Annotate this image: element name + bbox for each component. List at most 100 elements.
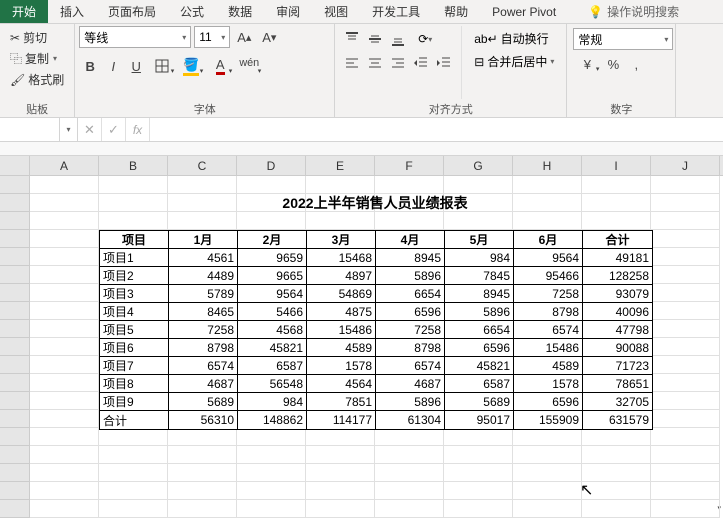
align-right-button[interactable] [387, 52, 409, 74]
cell[interactable] [306, 464, 375, 482]
table-cell[interactable]: 4897 [307, 267, 376, 285]
cell[interactable] [99, 176, 168, 194]
tab-page-layout[interactable]: 页面布局 [96, 0, 168, 23]
table-header-cell[interactable]: 合计 [583, 231, 652, 249]
table-cell[interactable]: 4875 [307, 303, 376, 321]
cell[interactable] [444, 464, 513, 482]
increase-font-button[interactable]: A▴ [233, 26, 255, 48]
table-cell[interactable]: 45821 [238, 339, 307, 357]
cell[interactable] [651, 338, 720, 356]
row-header[interactable] [0, 356, 30, 374]
cell[interactable] [306, 176, 375, 194]
table-cell[interactable]: 4589 [307, 339, 376, 357]
cell[interactable] [513, 428, 582, 446]
table-cell[interactable]: 7845 [445, 267, 514, 285]
table-cell[interactable]: 47798 [583, 321, 652, 339]
table-cell[interactable]: 93079 [583, 285, 652, 303]
row-header[interactable] [0, 338, 30, 356]
table-header-cell[interactable]: 6月 [514, 231, 583, 249]
percent-button[interactable]: % [602, 53, 624, 75]
cell[interactable] [651, 428, 720, 446]
cell[interactable] [168, 464, 237, 482]
select-all-corner[interactable] [0, 156, 30, 175]
row-header[interactable] [0, 482, 30, 500]
table-header-cell[interactable]: 3月 [307, 231, 376, 249]
table-cell[interactable]: 8798 [514, 303, 583, 321]
cell[interactable] [375, 464, 444, 482]
row-header[interactable] [0, 284, 30, 302]
cell[interactable] [30, 338, 99, 356]
cell[interactable] [168, 176, 237, 194]
cell[interactable] [651, 194, 720, 212]
cell[interactable] [651, 392, 720, 410]
cell[interactable] [30, 302, 99, 320]
merge-center-button[interactable]: ⊟ 合并后居中 ▾ [468, 51, 560, 72]
cell[interactable] [513, 212, 582, 230]
table-cell[interactable]: 4489 [169, 267, 238, 285]
tab-help[interactable]: 帮助 [432, 0, 480, 23]
table-cell[interactable]: 6596 [376, 303, 445, 321]
table-cell[interactable]: 7258 [514, 285, 583, 303]
cell[interactable] [651, 212, 720, 230]
table-cell[interactable]: 6596 [445, 339, 514, 357]
table-cell[interactable]: 155909 [514, 411, 583, 429]
table-cell[interactable]: 984 [238, 393, 307, 411]
table-cell[interactable]: 984 [445, 249, 514, 267]
cell[interactable] [306, 446, 375, 464]
table-header-cell[interactable]: 项目 [100, 231, 169, 249]
italic-button[interactable]: I [102, 55, 124, 77]
row-header[interactable] [0, 194, 30, 212]
cell[interactable] [30, 284, 99, 302]
align-top-button[interactable] [341, 28, 363, 50]
table-cell[interactable]: 4568 [238, 321, 307, 339]
table-cell[interactable]: 15468 [307, 249, 376, 267]
col-header[interactable]: E [306, 156, 375, 175]
table-cell[interactable]: 5689 [169, 393, 238, 411]
table-cell[interactable]: 项目7 [100, 357, 169, 375]
table-cell[interactable]: 61304 [376, 411, 445, 429]
increase-indent-button[interactable] [433, 52, 455, 74]
format-painter-button[interactable]: 🖌 格式刷 [6, 70, 68, 89]
orientation-button[interactable]: ⟳▾ [410, 28, 440, 50]
table-cell[interactable]: 8798 [169, 339, 238, 357]
comma-button[interactable]: , [625, 53, 647, 75]
cell[interactable] [237, 212, 306, 230]
cell[interactable] [237, 176, 306, 194]
table-cell[interactable]: 15486 [514, 339, 583, 357]
table-header-cell[interactable]: 2月 [238, 231, 307, 249]
table-cell[interactable]: 项目1 [100, 249, 169, 267]
tab-start[interactable]: 开始 [0, 0, 48, 23]
table-cell[interactable]: 95017 [445, 411, 514, 429]
table-header-cell[interactable]: 4月 [376, 231, 445, 249]
row-header[interactable] [0, 374, 30, 392]
tab-search[interactable]: 💡 操作说明搜索 [576, 0, 691, 23]
cell[interactable] [30, 194, 99, 212]
font-name-combo[interactable]: 等线 ▾ [79, 26, 191, 48]
cell[interactable] [30, 392, 99, 410]
cell[interactable] [99, 428, 168, 446]
cell[interactable] [582, 446, 651, 464]
table-cell[interactable]: 6654 [445, 321, 514, 339]
cell[interactable] [582, 464, 651, 482]
cell[interactable] [237, 446, 306, 464]
row-header[interactable] [0, 392, 30, 410]
cell[interactable] [375, 428, 444, 446]
table-cell[interactable]: 128258 [583, 267, 652, 285]
cell[interactable] [582, 212, 651, 230]
tab-data[interactable]: 数据 [216, 0, 264, 23]
table-cell[interactable]: 5789 [169, 285, 238, 303]
table-cell[interactable]: 6574 [376, 357, 445, 375]
cut-button[interactable]: ✂ 剪切 [6, 28, 68, 47]
tab-formula[interactable]: 公式 [168, 0, 216, 23]
table-cell[interactable]: 78651 [583, 375, 652, 393]
table-cell[interactable]: 项目6 [100, 339, 169, 357]
tab-review[interactable]: 审阅 [264, 0, 312, 23]
cell[interactable] [444, 446, 513, 464]
table-cell[interactable]: 8945 [376, 249, 445, 267]
cell[interactable] [444, 482, 513, 500]
cell[interactable] [30, 482, 99, 500]
cell[interactable] [375, 500, 444, 518]
cell[interactable] [306, 482, 375, 500]
table-cell[interactable]: 8798 [376, 339, 445, 357]
table-cell[interactable]: 8465 [169, 303, 238, 321]
